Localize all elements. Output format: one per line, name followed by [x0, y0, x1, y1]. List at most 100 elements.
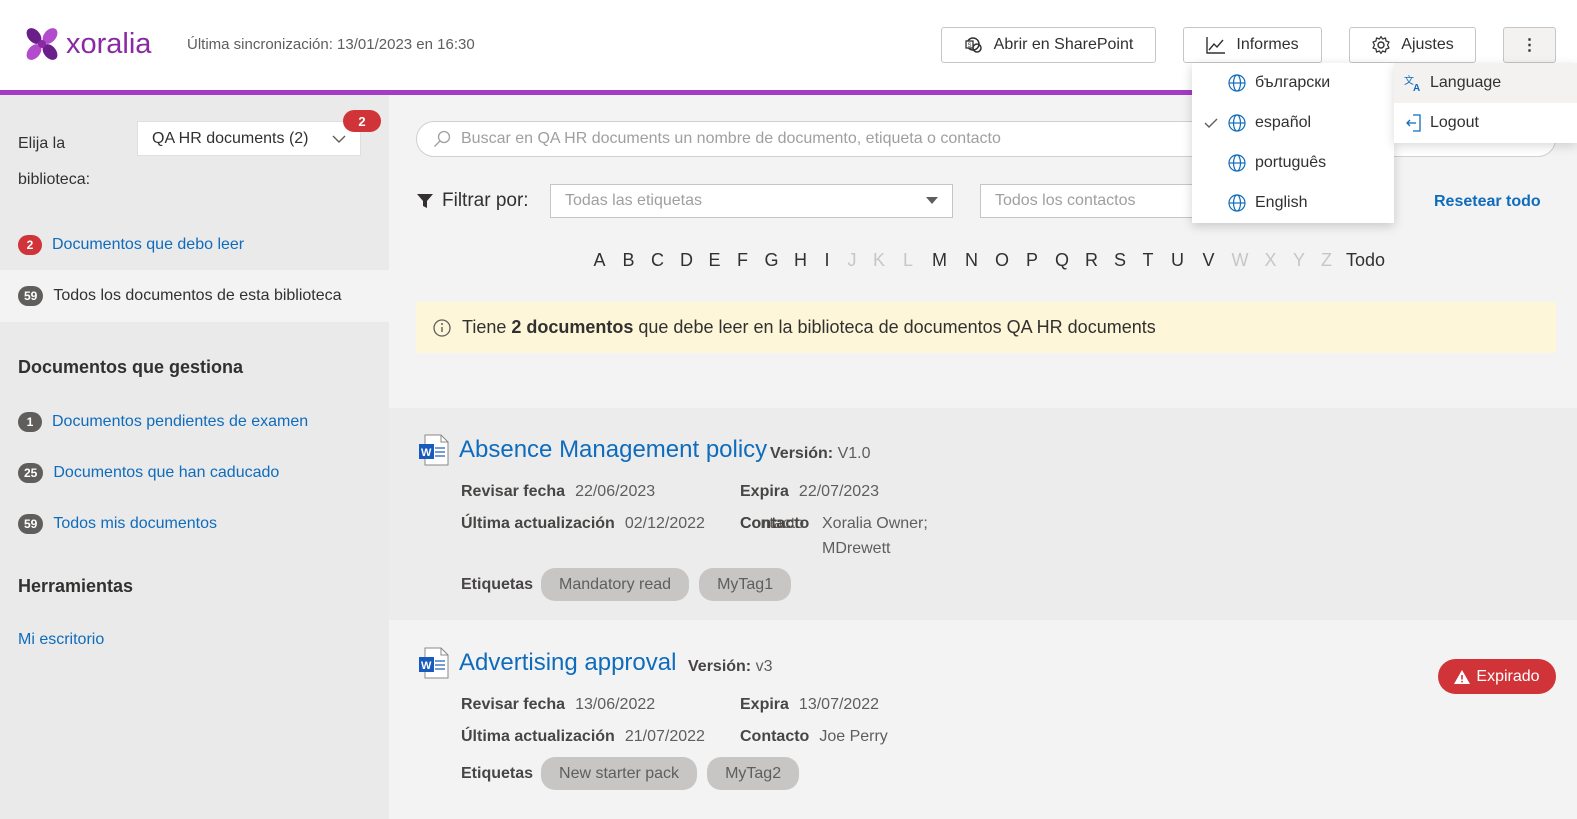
menu-item-language[interactable]: 文 A Language	[1394, 63, 1577, 103]
alphabet-letter-r[interactable]: R	[1077, 250, 1106, 271]
last-update: Última actualización 21/07/2022	[461, 724, 705, 749]
alphabet-letter-k: K	[872, 250, 885, 270]
alphabet-letter-s[interactable]: S	[1106, 250, 1134, 271]
my-desktop-link[interactable]: Mi escritorio	[18, 631, 104, 649]
more-options-button[interactable]: ⋮	[1503, 27, 1556, 63]
caret-down-icon	[926, 197, 938, 204]
document-version: Versión: v3	[688, 658, 773, 676]
xoralia-logo[interactable]: xoralia	[22, 24, 151, 64]
reset-all-link[interactable]: Resetear todo	[1434, 193, 1541, 211]
my-docs-count: 59	[18, 514, 44, 534]
version-label: Versión:	[770, 445, 834, 462]
alphabet-letter-p[interactable]: P	[1017, 250, 1047, 271]
document-title-link[interactable]: Advertising approval	[459, 649, 676, 677]
sidebar-item-my-desktop[interactable]: Mi escritorio	[18, 631, 104, 649]
checkmark-icon	[1204, 118, 1218, 128]
tools-heading: Herramientas	[18, 576, 134, 596]
alphabet-letter-f[interactable]: F	[728, 250, 757, 271]
open-sharepoint-button[interactable]: S Abrir en SharePoint	[941, 27, 1156, 63]
reports-button[interactable]: Informes	[1183, 27, 1322, 63]
contact-label: Contacto	[740, 728, 810, 745]
alphabet-letter-z: Z	[1321, 250, 1332, 270]
alphabet-letter-g[interactable]: G	[757, 250, 786, 271]
my-docs-link[interactable]: Todos mis documentos	[53, 515, 217, 533]
tags-label: Etiquetas	[461, 765, 534, 782]
alphabet-letter-d[interactable]: D	[672, 250, 701, 271]
library-select-value: QA HR documents (2)	[152, 129, 309, 147]
version-value: v3	[755, 658, 773, 675]
settings-button[interactable]: Ajustes	[1349, 27, 1476, 63]
tag-chip[interactable]: New starter pack	[541, 757, 698, 790]
expiry-label: Expira	[740, 483, 789, 500]
alphabet-all[interactable]: Todo	[1346, 250, 1385, 271]
notice-bold: 2 documentos	[511, 317, 634, 337]
all-library-docs-count: 59	[18, 286, 44, 306]
tag-chip[interactable]: Mandatory read	[541, 568, 690, 601]
must-read-link[interactable]: Documentos que debo leer	[52, 236, 244, 254]
tag-chip[interactable]: MyTag2	[707, 757, 800, 790]
alphabet-letter-v[interactable]: V	[1193, 250, 1224, 271]
alphabet-letter-o[interactable]: O	[987, 250, 1017, 271]
chart-line-icon	[1206, 37, 1226, 54]
alphabet-letter-e[interactable]: E	[701, 250, 728, 271]
expiry-value: 13/07/2022	[798, 696, 879, 713]
tags-row: Etiquetas Mandatory read MyTag1	[461, 568, 801, 601]
sign-out-icon	[1406, 114, 1421, 132]
alphabet-letter-u[interactable]: U	[1162, 250, 1193, 271]
library-select[interactable]: QA HR documents (2)	[137, 121, 361, 156]
document-version: Versión: V1.0	[770, 445, 871, 463]
language-option-bulgarian[interactable]: български	[1192, 63, 1394, 103]
alphabet-letter-i[interactable]: I	[815, 250, 839, 271]
alphabet-letter-h[interactable]: H	[786, 250, 815, 271]
document-title-link[interactable]: Absence Management policy	[459, 436, 767, 464]
globe-icon	[1228, 74, 1246, 92]
svg-text:W: W	[421, 447, 432, 459]
last-update-value: 02/12/2022	[624, 515, 705, 532]
word-file-icon: W	[419, 434, 449, 466]
chevron-down-icon	[332, 135, 346, 143]
alphabet-letter-x: X	[1264, 250, 1277, 270]
alphabet-letter-a[interactable]: A	[585, 250, 614, 271]
contact-line-1: Xoralia Owner;	[822, 515, 928, 532]
language-menu: български español português English	[1192, 63, 1394, 223]
language-option-spanish[interactable]: español	[1192, 103, 1394, 143]
contacts-filter-dropdown[interactable]: Todos los contactos	[980, 184, 1200, 218]
pending-review-link[interactable]: Documentos pendientes de examen	[52, 413, 308, 431]
translate-icon: 文 A	[1404, 74, 1420, 92]
word-file-icon: W	[419, 647, 449, 679]
alphabet-letter-c[interactable]: C	[643, 250, 672, 271]
sidebar-item-pending-review[interactable]: 1 Documentos pendientes de examen	[18, 412, 308, 432]
alphabet-letter-m[interactable]: M	[923, 250, 956, 271]
expired-link[interactable]: Documentos que han caducado	[53, 464, 279, 482]
alphabet-letter-q[interactable]: Q	[1047, 250, 1077, 271]
sidebar-item-must-read[interactable]: 2 Documentos que debo leer	[18, 235, 244, 255]
alphabet-letter-n[interactable]: N	[956, 250, 987, 271]
language-option-label: português	[1255, 154, 1327, 171]
globe-icon	[1228, 114, 1246, 132]
alphabet-letter-t[interactable]: T	[1134, 250, 1162, 271]
globe-icon	[1228, 194, 1246, 212]
sidebar-item-my-docs[interactable]: 59 Todos mis documentos	[18, 514, 217, 534]
info-icon	[433, 318, 451, 337]
alphabet-letter-b[interactable]: B	[614, 250, 643, 271]
last-update-label: Última actualización	[461, 728, 615, 745]
language-option-label: español	[1255, 114, 1312, 131]
contact: Contacto Joe Perry	[740, 724, 888, 749]
filter-label-text: Filtrar por:	[442, 190, 529, 211]
all-library-docs-label: Todos los documentos de esta biblioteca	[53, 287, 342, 304]
tags-filter-dropdown[interactable]: Todas las etiquetas	[550, 184, 953, 218]
tag-chip[interactable]: MyTag1	[699, 568, 792, 601]
language-option-english[interactable]: English	[1192, 183, 1394, 223]
must-read-count: 2	[18, 235, 42, 255]
logo-text: xoralia	[66, 27, 152, 60]
sidebar-item-expired[interactable]: 25 Documentos que han caducado	[18, 463, 279, 483]
search-placeholder: Buscar en QA HR documents un nombre de d…	[461, 130, 1001, 147]
sidebar-item-all-library-docs[interactable]: 59 Todos los documentos de esta bibliote…	[18, 286, 342, 306]
menu-item-logout[interactable]: Logout	[1394, 103, 1577, 143]
expiry-date: Expira 13/07/2022	[740, 692, 879, 717]
alphabet-letter-l: L	[902, 250, 913, 270]
language-option-label: English	[1255, 194, 1308, 211]
alphabet-letter-y: Y	[1292, 250, 1305, 270]
alphabet-letter-w: W	[1231, 250, 1249, 270]
language-option-portuguese[interactable]: português	[1192, 143, 1394, 183]
